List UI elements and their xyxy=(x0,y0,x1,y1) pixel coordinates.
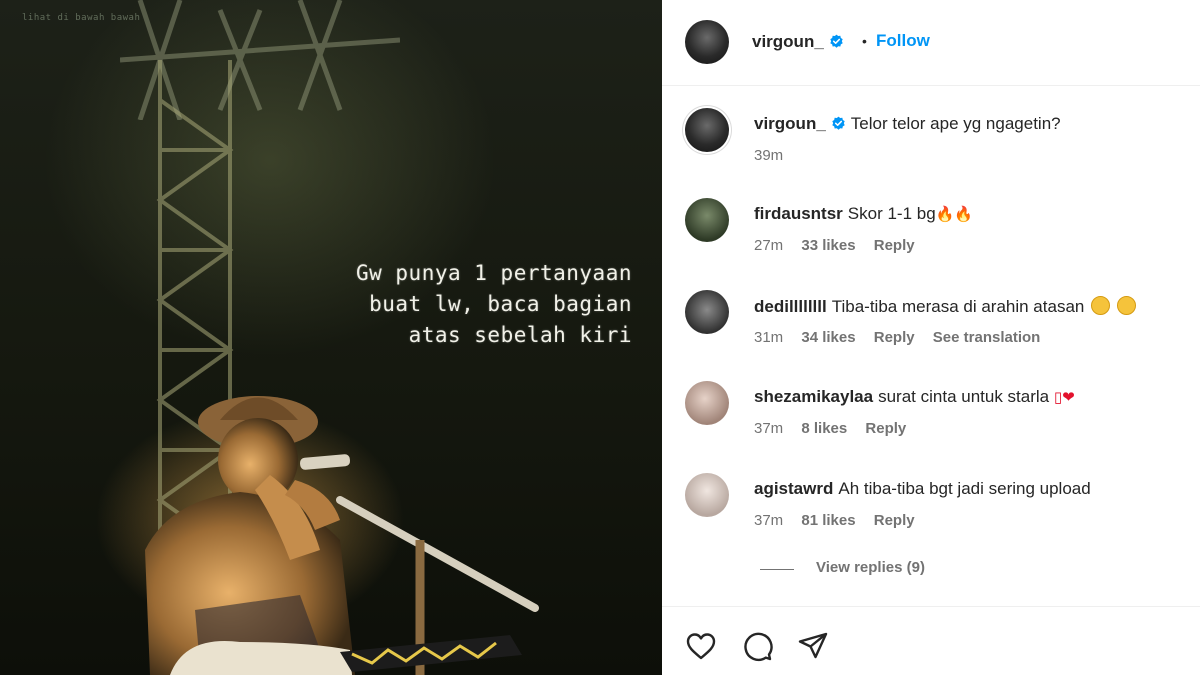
comment-text: Ah tiba-tiba bgt jadi sering upload xyxy=(838,479,1091,498)
reply-button[interactable]: Reply xyxy=(874,237,915,254)
reply-button[interactable]: Reply xyxy=(865,420,906,437)
comment-time: 31m xyxy=(754,329,784,346)
commenter-avatar[interactable] xyxy=(685,381,729,425)
post-header: virgoun_ • Follow xyxy=(662,0,1200,86)
sad-face-emoji-icon xyxy=(1091,296,1111,315)
comment-likes[interactable]: 34 likes xyxy=(801,329,855,346)
post-actions-bar xyxy=(662,606,1200,675)
commenter-username[interactable]: dedillllllll xyxy=(754,297,827,316)
comment-likes[interactable]: 81 likes xyxy=(801,512,855,529)
share-icon[interactable] xyxy=(796,629,830,663)
comment-time: 27m xyxy=(754,237,784,254)
commenter-username[interactable]: firdausntsr xyxy=(754,204,843,223)
laughing-face-emoji-icon xyxy=(1116,296,1136,315)
heart-icon[interactable] xyxy=(684,629,718,663)
author-avatar[interactable] xyxy=(685,20,729,64)
separator-dot: • xyxy=(862,33,867,49)
quote-line-1: Gw punya 1 pertanyaan xyxy=(355,261,632,285)
comment-line: dedillllllll Tiba-tiba merasa di arahin a… xyxy=(754,296,1136,317)
comment-text: Tiba-tiba merasa di arahin atasan xyxy=(831,297,1085,316)
post-sidebar: virgoun_ • Follow virgoun_ Telor telor a… xyxy=(662,0,1200,675)
caption-author-username[interactable]: virgoun_ xyxy=(754,114,826,133)
comment-icon[interactable] xyxy=(740,629,774,663)
comment-time: 37m xyxy=(754,420,784,437)
commenter-avatar[interactable] xyxy=(685,290,729,334)
heart-emoji: ▯❤ xyxy=(1053,388,1075,406)
comment-likes[interactable]: 33 likes xyxy=(801,237,855,254)
comment-time: 37m xyxy=(754,512,784,529)
see-translation-button[interactable]: See translation xyxy=(933,329,1041,346)
caption-time: 39m xyxy=(754,147,784,164)
comment-likes[interactable]: 8 likes xyxy=(801,420,847,437)
post-photo: lihat di bawah bawah Gw punya 1 pertanya… xyxy=(0,0,662,675)
author-name-block: virgoun_ xyxy=(752,32,844,52)
comment-text: Skor 1-1 bg xyxy=(847,204,936,223)
commenter-username[interactable]: agistawrd xyxy=(754,479,833,498)
photo-caption-overlay: Gw punya 1 pertanyaan buat lw, baca bagi… xyxy=(192,258,632,351)
follow-button[interactable]: Follow xyxy=(876,31,930,51)
caption-meta: 39m xyxy=(754,147,797,164)
comment-meta: 27m 33 likes Reply xyxy=(754,237,929,254)
verified-badge-icon xyxy=(830,34,843,48)
view-replies-button[interactable]: View replies (9) xyxy=(760,559,925,576)
comment-line: agistawrd Ah tiba-tiba bgt jadi sering up… xyxy=(754,479,1091,499)
verified-badge-icon xyxy=(832,116,845,130)
caption-author-avatar[interactable] xyxy=(685,108,729,152)
singer-illustration xyxy=(145,396,539,675)
reply-button[interactable]: Reply xyxy=(874,512,915,529)
commenter-avatar[interactable] xyxy=(685,473,729,517)
comment-meta: 37m 8 likes Reply xyxy=(754,420,920,437)
reply-button[interactable]: Reply xyxy=(874,329,915,346)
comment-text: surat cinta untuk starla xyxy=(878,387,1050,406)
comment-line: shezamikaylaa surat cinta untuk starla ▯❤ xyxy=(754,387,1075,407)
view-replies-label: View replies (9) xyxy=(816,559,925,576)
caption-text: Telor telor ape yg ngagetin? xyxy=(850,114,1061,133)
commenter-username[interactable]: shezamikaylaa xyxy=(754,387,873,406)
commenter-avatar[interactable] xyxy=(685,198,729,242)
comment-meta: 31m 34 likes Reply See translation xyxy=(754,329,1054,346)
comment-meta: 37m 81 likes Reply xyxy=(754,512,929,529)
caption-line: virgoun_ Telor telor ape yg ngagetin? xyxy=(754,114,1061,134)
author-username[interactable]: virgoun_ xyxy=(752,32,824,51)
quote-line-3: atas sebelah kiri xyxy=(408,323,632,347)
quote-line-2: buat lw, baca bagian xyxy=(369,292,632,316)
comment-line: firdausntsr Skor 1-1 bg🔥🔥 xyxy=(754,204,973,224)
fire-emoji: 🔥🔥 xyxy=(935,205,974,223)
